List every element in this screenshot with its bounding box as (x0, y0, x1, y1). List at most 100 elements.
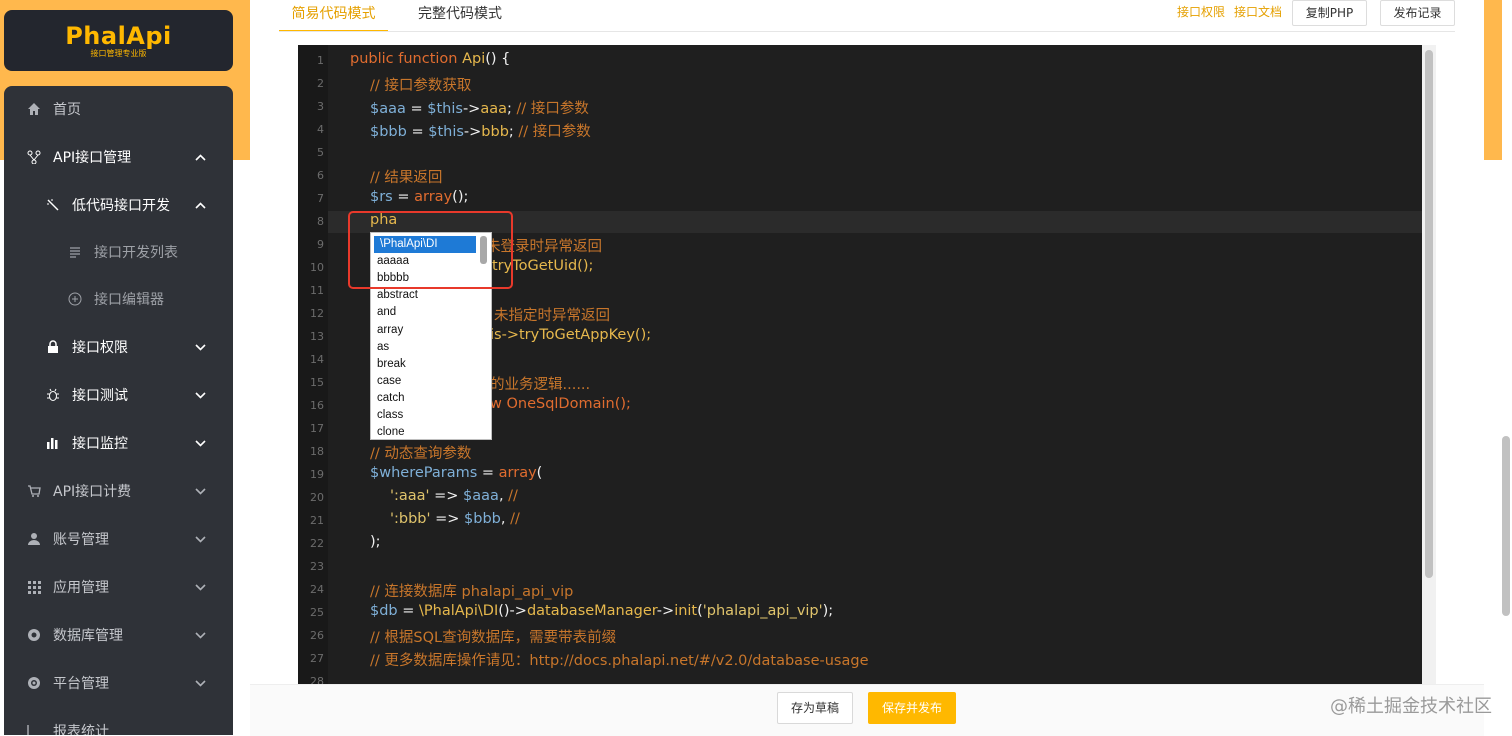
sidebar-item-home[interactable]: 首页 (4, 86, 233, 132)
api-permission-link[interactable]: 接口权限 (1177, 3, 1225, 20)
sidebar-item-api-test[interactable]: 接口测试 (4, 372, 233, 418)
line-number: 4 (317, 123, 324, 136)
code-token: = (477, 465, 499, 481)
code-token: = (406, 124, 429, 140)
line-number: 3 (317, 100, 324, 113)
code-token: bbb (481, 124, 509, 140)
tab-simple-mode[interactable]: 简易代码模式 (279, 0, 388, 32)
code-token: = (405, 101, 428, 117)
publish-history-button[interactable]: 发布记录 (1380, 0, 1455, 26)
code-line-19: $whereParams = array( (370, 465, 542, 481)
sidebar-item-reports[interactable]: 报表统计 (4, 708, 233, 735)
watermark: @稀土掘金技术社区 (1330, 696, 1492, 717)
sidebar-item-platform[interactable]: 平台管理 (4, 660, 233, 706)
line-number: 17 (310, 422, 324, 435)
code-token: $rs (370, 189, 393, 205)
line-number: 5 (317, 146, 324, 159)
code-token: \PhalApi\DI (419, 603, 499, 619)
sidebar-item-label: 接口开发列表 (94, 245, 178, 261)
chevron-down-icon (193, 629, 207, 642)
sidebar-item-api-permission[interactable]: 接口权限 (4, 324, 233, 370)
save-draft-button[interactable]: 存为草稿 (777, 692, 853, 724)
code-token: ':aaa' (390, 488, 430, 504)
sidebar-item-api-dev-list[interactable]: 接口开发列表 (4, 229, 233, 275)
sidebar-item-label: 数据库管理 (53, 628, 123, 644)
code-token: => (429, 488, 464, 504)
code-token: aaa (480, 101, 508, 117)
autocomplete-item[interactable]: class (371, 407, 479, 424)
code-line-26: // 根据SQL查询数据库，需要带表前缀 (370, 630, 617, 646)
list-icon (67, 244, 83, 260)
sidebar-item-api-monitor[interactable]: 接口监控 (4, 420, 233, 466)
autocomplete-item[interactable]: as (371, 339, 479, 356)
code-line-13-partial: is->tryToGetAppKey(); (490, 327, 652, 343)
sidebar-item-label: 低代码接口开发 (72, 198, 170, 214)
api-docs-link[interactable]: 接口文档 (1234, 3, 1282, 20)
save-publish-button[interactable]: 保存并发布 (868, 692, 956, 724)
code-token: $aaa (463, 488, 499, 504)
annotation-highlight-box (348, 211, 513, 289)
tab-full-mode[interactable]: 完整代码模式 (400, 0, 520, 30)
magic-wand-icon (45, 197, 61, 213)
code-line-20: ':aaa' => $aaa, // (390, 488, 518, 504)
sidebar-item-api-billing[interactable]: API接口计费 (4, 468, 233, 514)
code-line-27: // 更多数据库操作请见：http://docs.phalapi.net/#/v… (370, 653, 869, 669)
sidebar-item-account[interactable]: 账号管理 (4, 516, 233, 562)
code-line-6: // 结果返回 (370, 170, 443, 186)
code-token: $bbb (370, 124, 407, 140)
line-number: 15 (310, 376, 324, 389)
sidebar-item-label: 接口监控 (72, 436, 128, 452)
copy-php-button[interactable]: 复制PHP (1292, 0, 1367, 26)
code-token: () { (485, 51, 511, 67)
logo[interactable]: PhalApi 接口管理专业版 (4, 10, 233, 71)
code-token: // 接口参数 (518, 124, 591, 140)
code-token: -> (463, 124, 482, 140)
line-number: 8 (317, 215, 324, 228)
line-number: 25 (310, 606, 324, 619)
page-scrollbar-thumb[interactable] (1502, 436, 1510, 616)
sidebar-item-api-management[interactable]: API接口管理 (4, 134, 233, 180)
code-line-22: ); (370, 534, 381, 550)
autocomplete-item[interactable]: catch (371, 390, 479, 407)
sidebar-item-label: 报表统计 (53, 724, 109, 735)
autocomplete-item[interactable]: case (371, 373, 479, 390)
line-number: 18 (310, 445, 324, 458)
lock-icon (45, 339, 61, 355)
code-token: array (414, 189, 453, 205)
line-number: 16 (310, 399, 324, 412)
line-number: 20 (310, 491, 324, 504)
code-line-16-partial: w OneSqlDomain(); (490, 396, 631, 412)
code-token: ':bbb' (390, 511, 431, 527)
line-number: 11 (310, 284, 324, 297)
autocomplete-item[interactable]: clone (371, 424, 479, 439)
code-token: ; (507, 101, 517, 117)
code-token: ); (822, 603, 834, 619)
line-number: 21 (310, 514, 324, 527)
code-line-18: // 动态查询参数 (370, 446, 472, 462)
autocomplete-item[interactable]: array (371, 322, 479, 339)
code-token: $this (428, 124, 464, 140)
sidebar-item-apps[interactable]: 应用管理 (4, 564, 233, 610)
line-number: 19 (310, 468, 324, 481)
sidebar-item-lowcode[interactable]: 低代码接口开发 (4, 182, 233, 228)
autocomplete-item[interactable]: break (371, 356, 479, 373)
code-token: 'phalapi_api_vip' (702, 603, 823, 619)
line-number: 9 (317, 238, 324, 251)
logo-subtitle: 接口管理专业版 (90, 48, 147, 58)
line-number: 14 (310, 353, 324, 366)
code-line-15-partial: 的业务逻辑...... (490, 377, 591, 393)
code-token: ( (536, 465, 543, 481)
sidebar-item-database[interactable]: 数据库管理 (4, 612, 233, 658)
code-token: $whereParams (370, 465, 478, 481)
code-token: // 接口参数 (516, 101, 589, 117)
code-line-24: // 连接数据库 phalapi_api_vip (370, 584, 574, 600)
autocomplete-item[interactable]: abstract (371, 287, 479, 304)
sidebar-item-label: 接口编辑器 (94, 292, 164, 308)
autocomplete-item[interactable]: and (371, 304, 479, 321)
line-number: 24 (310, 583, 324, 596)
sidebar-item-label: 接口权限 (72, 340, 128, 356)
line-number: 13 (310, 330, 324, 343)
sidebar-item-api-editor[interactable]: 接口编辑器 (4, 276, 233, 322)
editor-scrollbar-thumb[interactable] (1425, 50, 1433, 578)
top-accent-strip-right (1484, 0, 1502, 160)
